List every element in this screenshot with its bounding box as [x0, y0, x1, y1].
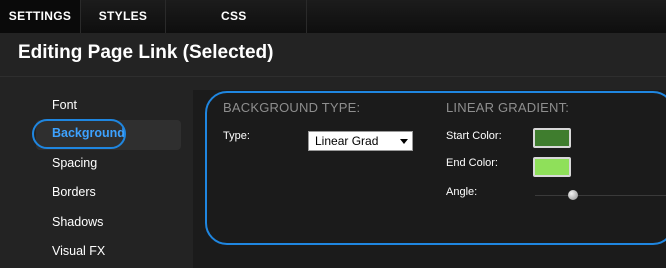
sidebar-item-visual-fx[interactable]: Visual FX — [52, 244, 105, 258]
tab-settings[interactable]: SETTINGS — [0, 0, 81, 33]
top-tab-bar: SETTINGS STYLES CSS — [0, 0, 666, 33]
page-title: Editing Page Link (Selected) — [18, 42, 274, 63]
divider — [0, 76, 666, 77]
tab-css[interactable]: CSS — [166, 0, 307, 33]
tab-styles[interactable]: STYLES — [81, 0, 166, 33]
sidebar-item-shadows[interactable]: Shadows — [52, 215, 103, 229]
highlight-annotation-box — [205, 91, 666, 245]
tab-css-label: CSS — [221, 9, 247, 23]
sidebar-item-spacing[interactable]: Spacing — [52, 156, 97, 170]
sidebar-item-font[interactable]: Font — [52, 98, 77, 112]
highlight-annotation-circle — [32, 119, 126, 149]
sidebar-item-borders[interactable]: Borders — [52, 185, 96, 199]
